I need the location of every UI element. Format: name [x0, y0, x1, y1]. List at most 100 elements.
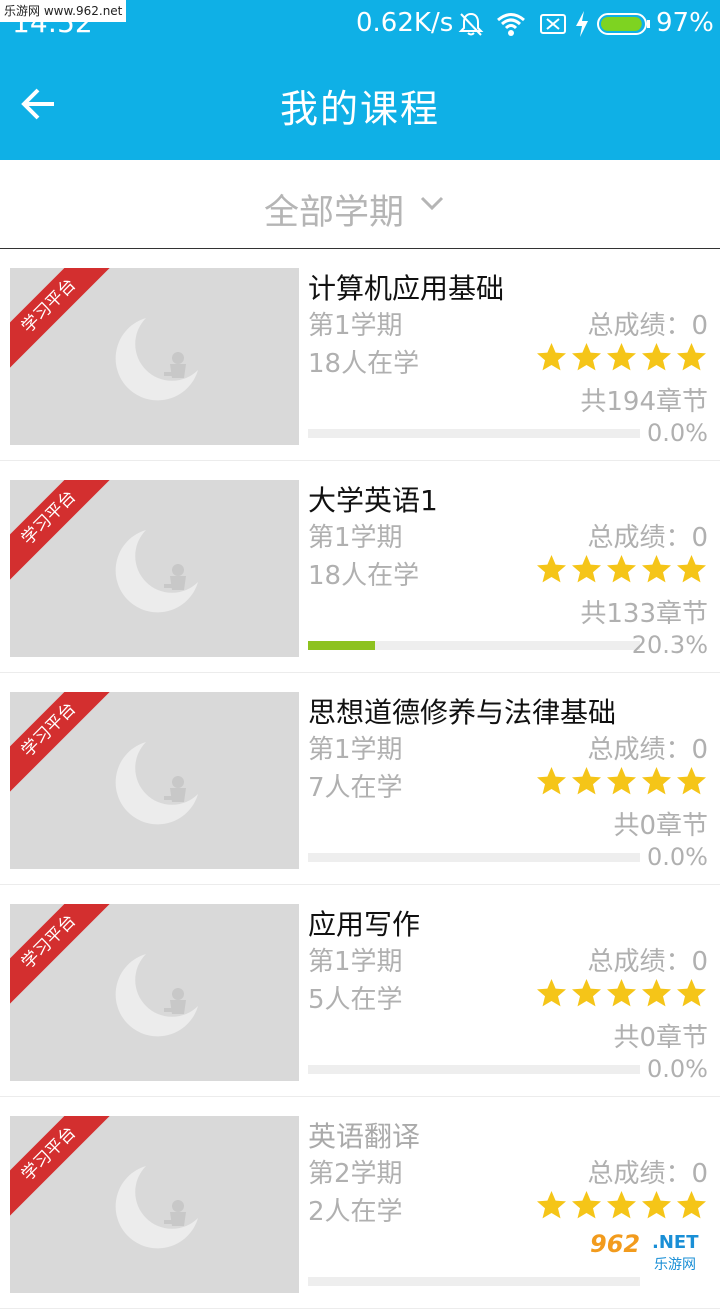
course-item[interactable]: 学习平台 大学英语1 第1学期 18人在学 总成绩：0 共133章节 20.3%	[0, 461, 720, 673]
course-item[interactable]: 学习平台 英语翻译 第2学期 2人在学 总成绩：0	[0, 1097, 720, 1309]
course-thumbnail[interactable]: 学习平台	[10, 692, 299, 869]
star-icon	[537, 343, 566, 371]
course-learners: 5人在学	[308, 985, 403, 1015]
star-icon	[677, 555, 706, 583]
site-watermark: 962 .NET 乐游网	[586, 1228, 716, 1276]
course-thumbnail[interactable]: 学习平台	[10, 1116, 299, 1293]
star-icon	[572, 767, 601, 795]
course-chapters: 共0章节	[613, 1023, 708, 1053]
placeholder-moon-icon	[115, 954, 198, 1037]
course-rating	[535, 1189, 708, 1222]
course-progress-fill	[308, 641, 376, 650]
placeholder-moon-icon	[115, 318, 198, 401]
star-icon	[642, 767, 671, 795]
course-score: 总成绩：0	[587, 1159, 708, 1189]
star-icon	[572, 343, 601, 371]
course-learners: 18人在学	[308, 349, 420, 379]
star-icon	[677, 767, 706, 795]
sim-off-icon	[540, 14, 566, 34]
course-title[interactable]: 应用写作	[308, 903, 420, 943]
star-icon	[572, 979, 601, 1007]
bell-off-icon	[458, 12, 484, 36]
platform-ribbon: 学习平台	[10, 1116, 114, 1219]
star-icon	[572, 1191, 601, 1219]
star-icon	[607, 343, 636, 371]
course-chapters: 共0章节	[613, 811, 708, 841]
course-progress-bar	[308, 853, 640, 862]
course-progress-bar	[308, 641, 640, 650]
star-icon	[607, 979, 636, 1007]
star-icon	[572, 555, 601, 583]
star-icon	[677, 1191, 706, 1219]
star-icon	[537, 555, 566, 583]
course-chapters: 共194章节	[580, 387, 708, 417]
course-score: 总成绩：0	[587, 947, 708, 977]
course-item[interactable]: 学习平台 思想道德修养与法律基础第1学期 7人在学 总成绩：0 共0章节 0.0%	[0, 673, 720, 885]
course-progress-bar	[308, 1065, 640, 1074]
wifi-icon	[497, 13, 525, 36]
semester-filter[interactable]: 全部学期	[0, 160, 720, 249]
course-thumbnail[interactable]: 学习平台	[10, 480, 299, 657]
platform-ribbon: 学习平台	[10, 692, 114, 795]
star-icon	[607, 555, 636, 583]
course-learners: 7人在学	[308, 773, 403, 803]
chevron-down-icon[interactable]	[418, 192, 446, 214]
course-item[interactable]: 学习平台 应用写作第1学期 5人在学 总成绩：0 共0章节 0.0%	[0, 885, 720, 1097]
star-icon	[677, 343, 706, 371]
course-thumbnail[interactable]: 学习平台	[10, 904, 299, 1081]
net-speed: 0.62K/s	[356, 8, 454, 38]
star-icon	[642, 979, 671, 1007]
course-progress-text: 20.3%	[631, 631, 708, 659]
course-item[interactable]: 学习平台 计算机应用基础第1学期 18人在学 总成绩：0 共194章节 0.0%	[0, 249, 720, 461]
course-list: 学习平台 计算机应用基础 第1学期 18人在学 总成绩：0 共194章节 0.0% 学习平台大…	[0, 249, 720, 1309]
star-icon	[607, 767, 636, 795]
course-score: 总成绩：0	[587, 735, 708, 765]
watermark-sub: 乐游网	[654, 1257, 696, 1273]
course-title[interactable]: 计算机应用基础	[308, 267, 504, 307]
course-title[interactable]: 英语翻译	[308, 1115, 420, 1155]
charging-icon	[576, 11, 588, 37]
course-rating	[535, 341, 708, 374]
course-chapters: 共133章节	[580, 599, 708, 629]
star-icon	[642, 343, 671, 371]
course-term: 第1学期	[308, 947, 403, 977]
platform-ribbon: 学习平台	[10, 480, 114, 583]
watermark-net: .NET	[652, 1232, 699, 1253]
placeholder-moon-icon	[115, 742, 198, 825]
course-progress-text: 0.0%	[647, 419, 708, 447]
course-progress-bar	[308, 429, 640, 438]
course-progress-text: 0.0%	[647, 1055, 708, 1083]
star-icon	[537, 1191, 566, 1219]
course-score: 总成绩：0	[587, 523, 708, 553]
course-learners: 2人在学	[308, 1197, 403, 1227]
course-progress-bar	[308, 1277, 640, 1286]
star-icon	[537, 979, 566, 1007]
course-progress-text: 0.0%	[647, 843, 708, 871]
course-title[interactable]: 思想道德修养与法律基础	[308, 691, 616, 731]
course-rating	[535, 765, 708, 798]
star-icon	[642, 1191, 671, 1219]
course-term: 第1学期	[308, 311, 403, 341]
placeholder-moon-icon	[115, 530, 198, 613]
semester-filter-label[interactable]: 全部学期	[264, 184, 404, 235]
course-score: 总成绩：0	[587, 311, 708, 341]
placeholder-moon-icon	[115, 1166, 198, 1249]
course-rating	[535, 977, 708, 1010]
watermark-logo: 962	[590, 1230, 641, 1258]
status-bar: 14:52 乐游网 www.962.net 0.62K/s 97%	[0, 0, 720, 48]
app-bar: 我的课程	[0, 48, 720, 160]
course-learners: 18人在学	[308, 561, 420, 591]
star-icon	[607, 1191, 636, 1219]
site-tag: 乐游网 www.962.net	[0, 0, 127, 22]
course-term: 第1学期	[308, 735, 403, 765]
star-icon	[642, 555, 671, 583]
battery-percent: 97%	[656, 8, 714, 38]
course-thumbnail[interactable]: 学习平台	[10, 268, 299, 445]
star-icon	[677, 979, 706, 1007]
page-title: 我的课程	[279, 87, 440, 131]
course-title[interactable]: 大学英语1	[308, 479, 438, 519]
battery-icon	[597, 13, 650, 35]
platform-ribbon: 学习平台	[10, 268, 114, 371]
star-icon	[537, 767, 566, 795]
platform-ribbon: 学习平台	[10, 904, 114, 1007]
